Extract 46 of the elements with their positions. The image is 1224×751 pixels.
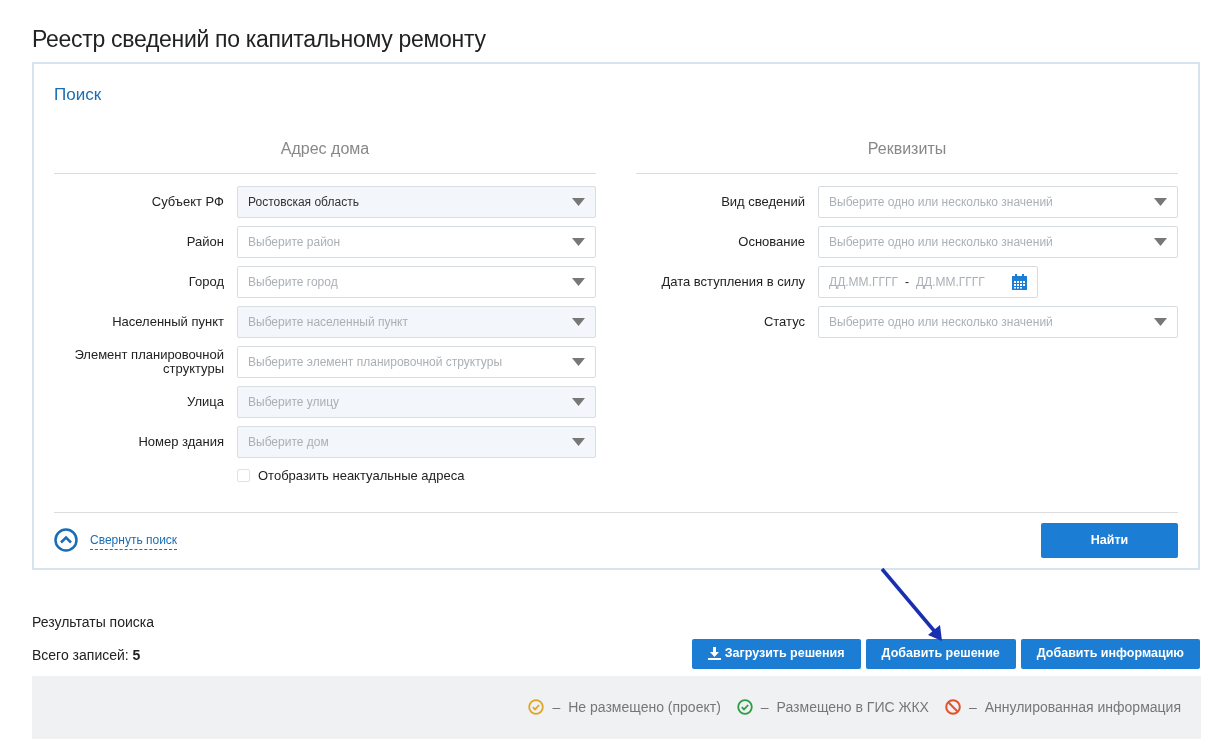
select-field[interactable]: Выберите одно или несколько значений — [818, 306, 1178, 339]
checkbox-label: Отобразить неактуальные адреса — [258, 467, 465, 486]
section-heading: Реквизиты — [636, 107, 1178, 175]
legend-label: Размещено в ГИС ЖКХ — [776, 697, 929, 717]
dropdown-caret-icon[interactable] — [1154, 318, 1167, 327]
panel-title: Поиск — [54, 83, 103, 106]
field-label: Элемент планировочной структуры — [73, 347, 224, 377]
field-label: Улица — [186, 394, 224, 410]
find-button[interactable]: Найти — [1041, 522, 1178, 558]
calendar-icon[interactable] — [1012, 274, 1027, 291]
legend-dash: – — [968, 697, 977, 717]
field-label: Район — [185, 234, 224, 250]
checkbox[interactable] — [237, 469, 250, 483]
legend-dash: – — [760, 697, 769, 717]
collapse-search-link[interactable]: Свернуть поиск — [90, 530, 178, 550]
field-label: Субъект РФ — [150, 194, 224, 210]
field-label: Город — [187, 274, 224, 290]
field-label: Населенный пункт — [111, 314, 224, 330]
download-icon — [707, 647, 721, 661]
results-title: Результаты поиска — [32, 612, 156, 632]
select-field[interactable]: Выберите элемент планировочной структуры — [237, 346, 596, 379]
select-field[interactable]: Выберите одно или несколько значений — [818, 186, 1178, 219]
legend-label: Аннулированная информация — [984, 697, 1181, 717]
field-label: Статус — [762, 314, 805, 330]
total-records: Всего записей: 5 — [32, 645, 141, 665]
page-title: Реестр сведений по капитальному ремонту — [32, 26, 487, 54]
legend-dash: – — [552, 697, 561, 717]
upload-decisions-button[interactable]: Загрузить решения — [691, 638, 861, 669]
add-button[interactable]: Добавить решение — [865, 638, 1016, 669]
dropdown-caret-icon[interactable] — [1154, 198, 1167, 207]
add-button[interactable]: Добавить информацию — [1020, 638, 1200, 669]
field-label: Вид сведений — [720, 194, 805, 210]
section-heading: Адрес дома — [54, 107, 596, 175]
field-label: Дата вступления в силу — [660, 274, 805, 290]
collapse-icon[interactable] — [54, 528, 78, 553]
date-range-field[interactable]: ДД.ММ.ГГГГ - ДД.ММ.ГГГГ — [818, 266, 1038, 299]
dropdown-caret-icon[interactable] — [1154, 238, 1167, 247]
select-field[interactable]: Выберите одно или несколько значений — [818, 226, 1178, 259]
select-field[interactable]: Выберите город — [237, 266, 596, 299]
field-label: Номер здания — [137, 434, 224, 450]
dropdown-caret-icon[interactable] — [572, 358, 585, 367]
legend-label: Не размещено (проект) — [568, 697, 721, 717]
dropdown-caret-icon[interactable] — [572, 238, 585, 247]
field-label: Основание — [737, 234, 805, 250]
dropdown-caret-icon[interactable] — [572, 278, 585, 287]
select-field[interactable]: Выберите район — [237, 226, 596, 259]
